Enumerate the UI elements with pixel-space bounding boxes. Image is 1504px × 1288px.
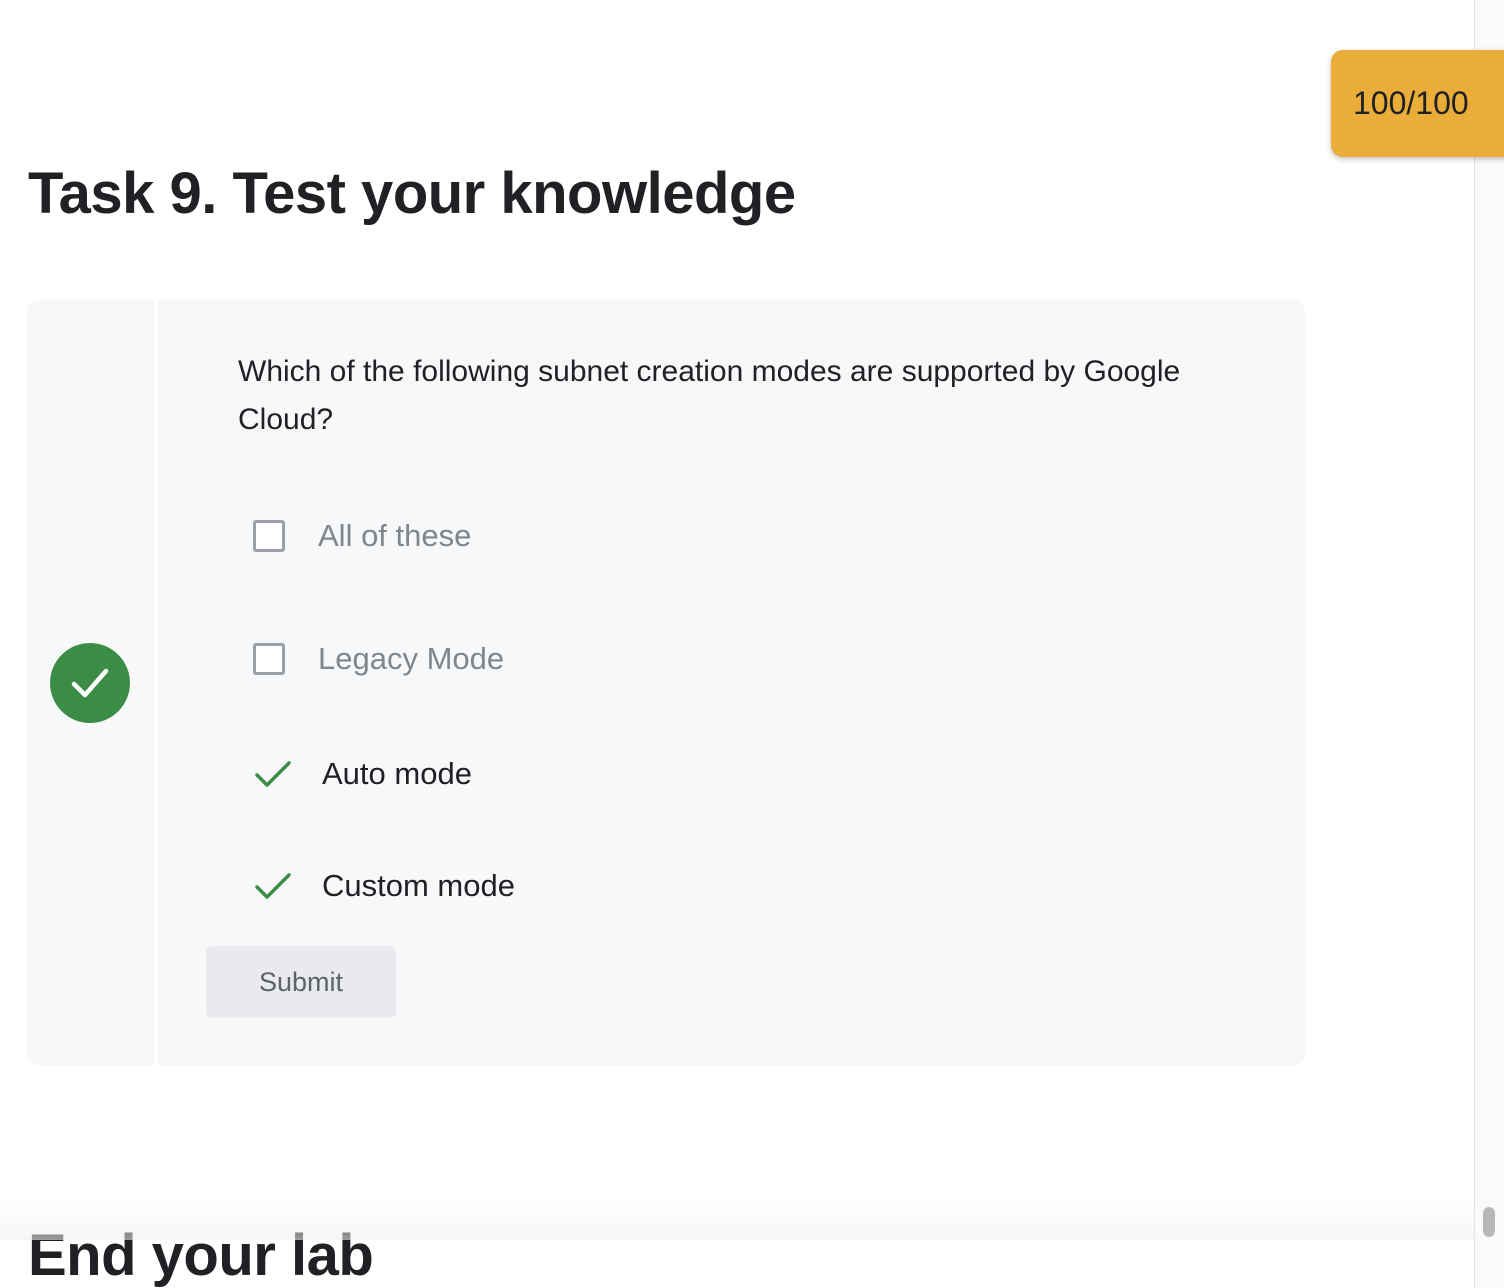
checkmark-icon[interactable] (253, 758, 293, 790)
option-label: Legacy Mode (318, 641, 505, 676)
option-label: Auto mode (322, 756, 472, 791)
option-legacy-mode[interactable]: Legacy Mode (253, 635, 504, 683)
scrollbar-track[interactable] (1474, 0, 1504, 1288)
quiz-status-gutter (27, 300, 158, 1065)
option-all-of-these[interactable]: All of these (253, 512, 471, 560)
scrollbar-thumb[interactable] (1483, 1207, 1495, 1237)
option-custom-mode[interactable]: Custom mode (253, 862, 515, 910)
option-auto-mode[interactable]: Auto mode (253, 750, 472, 798)
checkmark-icon[interactable] (253, 870, 293, 902)
checkbox-icon[interactable] (253, 643, 285, 675)
option-label: All of these (318, 518, 472, 553)
lab-page: 100/100 Task 9. Test your knowledge Whic… (0, 0, 1504, 1288)
task-title: Task 9. Test your knowledge (28, 161, 796, 226)
question-text: Which of the following subnet creation m… (238, 355, 1181, 436)
checkbox-icon[interactable] (253, 520, 285, 552)
check-icon (71, 668, 109, 698)
score-text: 100/100 (1353, 85, 1469, 121)
quiz-card: Which of the following subnet creation m… (27, 300, 1305, 1065)
option-label: Custom mode (322, 868, 515, 903)
correct-status-icon (50, 643, 130, 723)
score-badge: 100/100 (1331, 50, 1504, 157)
bottom-fade (0, 1200, 1474, 1240)
submit-button[interactable]: Submit (206, 946, 396, 1018)
